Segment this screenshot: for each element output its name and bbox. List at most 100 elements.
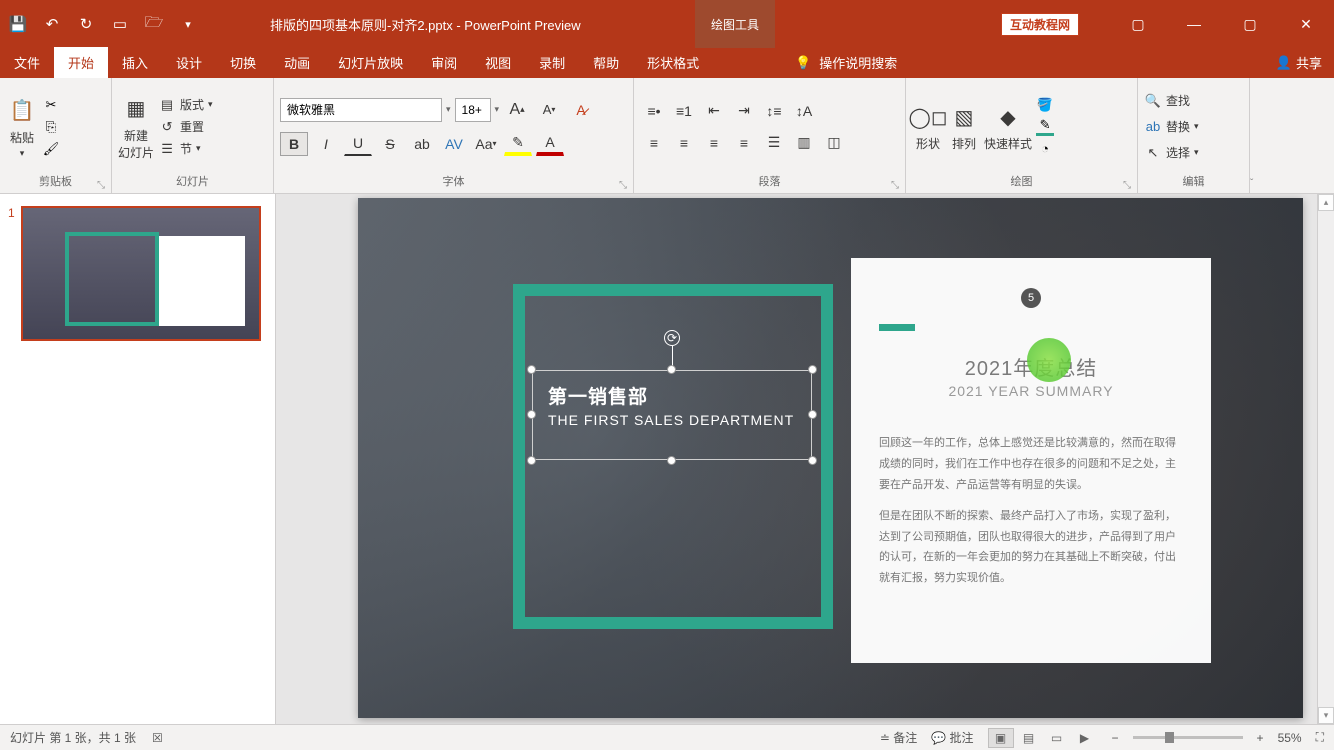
increase-indent-icon[interactable]: ⇥ bbox=[730, 99, 758, 123]
scroll-up-icon[interactable]: ▴ bbox=[1318, 194, 1334, 211]
tab-home[interactable]: 开始 bbox=[54, 47, 108, 78]
underline-button[interactable]: U bbox=[344, 132, 372, 156]
dialog-launcher-icon[interactable]: ⤡ bbox=[619, 180, 627, 191]
slideshow-start-icon[interactable]: ▭ bbox=[110, 14, 130, 34]
quickstyle-button[interactable]: ◆快速样式 bbox=[984, 101, 1032, 152]
fit-to-window-icon[interactable]: ⛶ bbox=[1316, 730, 1324, 745]
tab-view[interactable]: 视图 bbox=[471, 47, 525, 78]
cut-icon[interactable]: ✂ bbox=[42, 96, 60, 114]
zoom-in-icon[interactable]: + bbox=[1257, 731, 1264, 745]
reading-view-icon[interactable]: ▭ bbox=[1044, 728, 1070, 748]
clear-format-icon[interactable]: A̷ bbox=[567, 98, 595, 122]
layout-button[interactable]: ▤版式▾ bbox=[158, 96, 213, 114]
tutorial-badge[interactable]: 互动教程网 bbox=[1001, 13, 1079, 36]
tab-design[interactable]: 设计 bbox=[162, 47, 216, 78]
section-button[interactable]: ☰节▾ bbox=[158, 140, 213, 158]
summary-card[interactable]: 5 2021年度总结 2021 YEAR SUMMARY 回顾这一年的工作，总体… bbox=[851, 258, 1211, 663]
shrink-font-icon[interactable]: A▾ bbox=[535, 98, 563, 122]
sorter-view-icon[interactable]: ▤ bbox=[1016, 728, 1042, 748]
align-center-icon[interactable]: ≡ bbox=[670, 131, 698, 155]
comments-button[interactable]: 💬 批注 bbox=[931, 729, 973, 746]
slide[interactable]: ⟳ 第一销售部 THE FIRST SALES DEPARTMENT 5 202… bbox=[358, 198, 1303, 718]
qat-customize-icon[interactable]: ▾ bbox=[178, 14, 198, 34]
dialog-launcher-icon[interactable]: ⤡ bbox=[97, 180, 105, 191]
select-button[interactable]: ↖选择▾ bbox=[1144, 144, 1199, 162]
scroll-down-icon[interactable]: ▾ bbox=[1318, 707, 1334, 724]
slide-thumbnail-1[interactable]: 1 bbox=[8, 206, 267, 341]
teal-rectangle-shape[interactable] bbox=[513, 284, 833, 629]
shapes-button[interactable]: ◯◻形状 bbox=[912, 101, 944, 152]
chevron-down-icon[interactable]: ▾ bbox=[495, 104, 500, 115]
tab-insert[interactable]: 插入 bbox=[108, 47, 162, 78]
tab-help[interactable]: 帮助 bbox=[579, 47, 633, 78]
grow-font-icon[interactable]: A▴ bbox=[503, 98, 531, 122]
shape-fill-icon[interactable]: 🪣 bbox=[1036, 96, 1054, 114]
align-left-icon[interactable]: ≡ bbox=[640, 131, 668, 155]
slide-counter[interactable]: 幻灯片 第 1 张，共 1 张 bbox=[10, 729, 136, 746]
open-icon[interactable]: 🗁 bbox=[144, 14, 164, 34]
zoom-thumb[interactable] bbox=[1165, 732, 1174, 743]
tab-transition[interactable]: 切换 bbox=[216, 47, 270, 78]
dialog-launcher-icon[interactable]: ⤡ bbox=[1123, 180, 1131, 191]
tab-animation[interactable]: 动画 bbox=[270, 47, 324, 78]
dialog-launcher-icon[interactable]: ⤡ bbox=[891, 180, 899, 191]
redo-icon[interactable]: ↻ bbox=[76, 14, 96, 34]
tell-me[interactable]: 💡 操作说明搜索 bbox=[795, 53, 897, 78]
tab-record[interactable]: 录制 bbox=[525, 47, 579, 78]
italic-button[interactable]: I bbox=[312, 132, 340, 156]
minimize-icon[interactable]: ― bbox=[1166, 0, 1222, 48]
tab-review[interactable]: 审阅 bbox=[417, 47, 471, 78]
zoom-out-icon[interactable]: − bbox=[1112, 731, 1119, 745]
strike-button[interactable]: S bbox=[376, 132, 404, 156]
format-painter-icon[interactable]: 🖌 bbox=[42, 140, 60, 158]
shape-outline-icon[interactable]: ✎ bbox=[1036, 118, 1054, 136]
share-button[interactable]: 👤 共享 bbox=[1276, 53, 1322, 78]
char-spacing-icon[interactable]: AV bbox=[440, 132, 468, 156]
ribbon-options-icon[interactable]: ▢ bbox=[1110, 0, 1166, 48]
zoom-level[interactable]: 55% bbox=[1278, 731, 1302, 745]
shadow-button[interactable]: ab bbox=[408, 132, 436, 156]
slide-heading-cn[interactable]: 第一销售部 bbox=[548, 382, 648, 409]
bullets-icon[interactable]: ≡• bbox=[640, 99, 668, 123]
smartart-icon[interactable]: ◫ bbox=[820, 131, 848, 155]
font-color-icon[interactable]: A bbox=[536, 132, 564, 156]
change-case-icon[interactable]: Aa▾ bbox=[472, 132, 500, 156]
copy-icon[interactable]: ⎘ bbox=[42, 118, 60, 136]
undo-icon[interactable]: ↶ bbox=[42, 14, 62, 34]
reset-button[interactable]: ↺重置 bbox=[158, 118, 213, 136]
paste-button[interactable]: 📋 粘贴 ▾ bbox=[6, 95, 38, 159]
font-size-combo[interactable]: 18+ bbox=[455, 98, 491, 122]
zoom-slider[interactable] bbox=[1133, 736, 1243, 739]
arrange-button[interactable]: ▧排列 bbox=[948, 101, 980, 152]
vertical-scrollbar[interactable]: ▴ ▾ bbox=[1317, 194, 1334, 724]
numbering-icon[interactable]: ≡1 bbox=[670, 99, 698, 123]
text-direction-icon[interactable]: ↕A bbox=[790, 99, 818, 123]
distribute-icon[interactable]: ☰ bbox=[760, 131, 788, 155]
tab-slideshow[interactable]: 幻灯片放映 bbox=[324, 47, 417, 78]
decrease-indent-icon[interactable]: ⇤ bbox=[700, 99, 728, 123]
collapse-ribbon-icon[interactable]: ˇ bbox=[1250, 178, 1253, 189]
notes-button[interactable]: ≐ 备注 bbox=[880, 729, 917, 746]
replace-button[interactable]: ab替换▾ bbox=[1144, 118, 1199, 136]
font-name-combo[interactable]: 微软雅黑 bbox=[280, 98, 442, 122]
save-icon[interactable]: 💾 bbox=[8, 14, 28, 34]
new-slide-button[interactable]: ▦ 新建 幻灯片 bbox=[118, 93, 154, 161]
slide-heading-en[interactable]: THE FIRST SALES DEPARTMENT bbox=[548, 412, 794, 428]
tab-format[interactable]: 形状格式 bbox=[633, 47, 713, 78]
columns-icon[interactable]: ▥ bbox=[790, 131, 818, 155]
normal-view-icon[interactable]: ▣ bbox=[988, 728, 1014, 748]
accessibility-icon[interactable]: ☒ bbox=[152, 731, 163, 745]
maximize-icon[interactable]: ▢ bbox=[1222, 0, 1278, 48]
slide-canvas-area[interactable]: ⟳ 第一销售部 THE FIRST SALES DEPARTMENT 5 202… bbox=[276, 194, 1334, 724]
justify-icon[interactable]: ≡ bbox=[730, 131, 758, 155]
chevron-down-icon[interactable]: ▾ bbox=[446, 104, 451, 115]
tab-file[interactable]: 文件 bbox=[0, 47, 54, 78]
line-spacing-icon[interactable]: ↕≡ bbox=[760, 99, 788, 123]
find-button[interactable]: 🔍查找 bbox=[1144, 92, 1199, 110]
highlight-icon[interactable]: ✎ bbox=[504, 132, 532, 156]
shape-effects-icon[interactable]: ◔ bbox=[1036, 140, 1054, 158]
align-right-icon[interactable]: ≡ bbox=[700, 131, 728, 155]
bold-button[interactable]: B bbox=[280, 132, 308, 156]
slideshow-view-icon[interactable]: ▶ bbox=[1072, 728, 1098, 748]
close-icon[interactable]: ✕ bbox=[1278, 0, 1334, 48]
